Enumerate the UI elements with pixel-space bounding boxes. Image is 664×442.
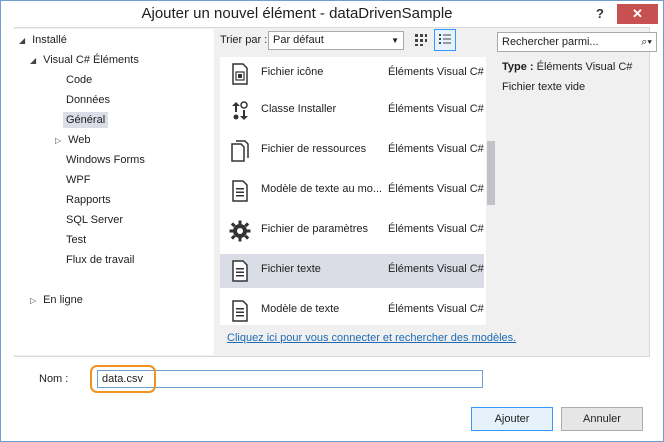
- help-button[interactable]: ?: [592, 6, 608, 22]
- template-category: Éléments Visual C#: [388, 143, 484, 155]
- search-placeholder: Rechercher parmi...: [502, 36, 599, 48]
- tree-item-code[interactable]: Code: [66, 70, 92, 90]
- tree-item-label: Web: [68, 134, 91, 146]
- list-view-button[interactable]: [434, 29, 456, 51]
- detail-description: Fichier texte vide: [502, 81, 586, 93]
- grid-view-icon: [415, 34, 427, 46]
- tree-item-label: SQL Server: [66, 214, 124, 226]
- template-category: Éléments Visual C#: [388, 223, 484, 235]
- chevron-down-icon: ▼: [391, 36, 399, 45]
- template-row-resource-file[interactable]: Fichier de ressources Éléments Visual C#: [220, 134, 484, 168]
- runtime-text-template-icon: [232, 180, 248, 202]
- installer-class-icon: [232, 101, 248, 120]
- template-category: Éléments Visual C#: [388, 303, 484, 315]
- template-category: Éléments Visual C#: [388, 183, 484, 195]
- tree-item-label: Flux de travail: [66, 254, 135, 266]
- template-name: Fichier icône: [261, 66, 324, 78]
- close-button[interactable]: ✕: [617, 4, 658, 24]
- resource-file-icon: [231, 140, 249, 162]
- expand-toggle-icon[interactable]: ▷: [30, 291, 40, 311]
- template-list-scrollbar[interactable]: [486, 57, 496, 325]
- detail-type-value: Éléments Visual C#: [536, 61, 633, 73]
- list-view-icon: [439, 34, 451, 44]
- tree-item-reports[interactable]: Rapports: [66, 190, 111, 210]
- template-row-text-file[interactable]: Fichier texte Éléments Visual C#: [220, 254, 484, 288]
- detail-type: Type : Éléments Visual C#: [502, 61, 632, 73]
- template-row-icon-file[interactable]: Fichier icône Éléments Visual C#: [220, 57, 484, 91]
- tree-item-wpf[interactable]: WPF: [66, 170, 90, 190]
- expand-toggle-icon[interactable]: ◢: [19, 31, 29, 51]
- tree-item-label: Données: [66, 94, 111, 106]
- medium-icons-view-button[interactable]: [410, 29, 432, 51]
- add-button[interactable]: Ajouter: [471, 407, 553, 431]
- online-templates-link[interactable]: Cliquez ici pour vous connecter et reche…: [227, 332, 516, 344]
- tree-item-label: Général: [63, 112, 109, 128]
- template-category: Éléments Visual C#: [388, 263, 484, 275]
- tree-item-test[interactable]: Test: [66, 230, 86, 250]
- template-row-runtime-text-template[interactable]: Modèle de texte au mo... Éléments Visual…: [220, 174, 484, 208]
- tree-item-web[interactable]: ▷ Web: [55, 130, 90, 150]
- tree-item-label: Test: [66, 234, 87, 246]
- tree-item-data[interactable]: Données: [66, 90, 110, 110]
- window-title: Ajouter un nouvel élément - dataDrivenSa…: [141, 5, 453, 22]
- sort-value: Par défaut: [273, 34, 324, 46]
- tree-item-sql-server[interactable]: SQL Server: [66, 210, 123, 230]
- tree-item-windows-forms[interactable]: Windows Forms: [66, 150, 145, 170]
- detail-type-label: Type :: [502, 61, 534, 73]
- template-row-text-template[interactable]: Modèle de texte Éléments Visual C#: [220, 294, 484, 325]
- tree-item-online[interactable]: ▷ En ligne: [30, 290, 83, 310]
- tree-item-label: WPF: [66, 174, 91, 186]
- search-icon[interactable]: ⌕▾: [641, 33, 652, 51]
- template-name: Fichier de paramètres: [261, 223, 368, 235]
- template-name: Modèle de texte: [261, 303, 340, 315]
- tree-item-installed[interactable]: ◢ Installé: [19, 30, 67, 50]
- expand-toggle-icon[interactable]: ◢: [30, 51, 40, 71]
- template-list: Fichier icône Éléments Visual C# Classe …: [220, 57, 486, 325]
- template-name: Classe Installer: [261, 103, 337, 115]
- title-bar: Ajouter un nouvel élément - dataDrivenSa…: [1, 1, 663, 28]
- cancel-button[interactable]: Annuler: [561, 407, 643, 431]
- tree-item-label: Windows Forms: [66, 154, 145, 166]
- tree-item-label: Visual C# Éléments: [43, 54, 139, 66]
- tree-item-label: Code: [66, 74, 93, 86]
- template-category: Éléments Visual C#: [388, 66, 484, 78]
- tree-item-general[interactable]: Général: [63, 110, 109, 130]
- tree-item-workflow[interactable]: Flux de travail: [66, 250, 134, 270]
- text-file-icon: [232, 260, 248, 282]
- template-name: Modèle de texte au mo...: [261, 183, 383, 195]
- tree-item-label: En ligne: [43, 294, 83, 306]
- tree-item-visual-csharp[interactable]: ◢ Visual C# Éléments: [30, 50, 139, 70]
- scrollbar-thumb[interactable]: [487, 141, 495, 205]
- icon-file-icon: [232, 63, 248, 85]
- template-name: Fichier de ressources: [261, 143, 367, 155]
- tree-item-label: Rapports: [66, 194, 111, 206]
- category-tree: ◢ Installé ◢ Visual C# Éléments Code Don…: [14, 29, 214, 355]
- sort-dropdown[interactable]: Par défaut ▼: [268, 31, 404, 50]
- expand-toggle-icon[interactable]: ▷: [55, 131, 65, 151]
- name-highlight-callout: [90, 365, 156, 393]
- tree-item-label: Installé: [32, 34, 67, 46]
- settings-file-icon: [229, 220, 251, 242]
- text-template-icon: [232, 300, 248, 322]
- sort-label: Trier par :: [220, 34, 268, 46]
- search-input[interactable]: Rechercher parmi... ⌕▾: [497, 32, 657, 52]
- name-label: Nom :: [39, 373, 69, 385]
- template-row-settings-file[interactable]: Fichier de paramètres Éléments Visual C#: [220, 214, 484, 248]
- template-category: Éléments Visual C#: [388, 103, 484, 115]
- template-name: Fichier texte: [261, 263, 321, 275]
- template-row-installer-class[interactable]: Classe Installer Éléments Visual C#: [220, 94, 484, 128]
